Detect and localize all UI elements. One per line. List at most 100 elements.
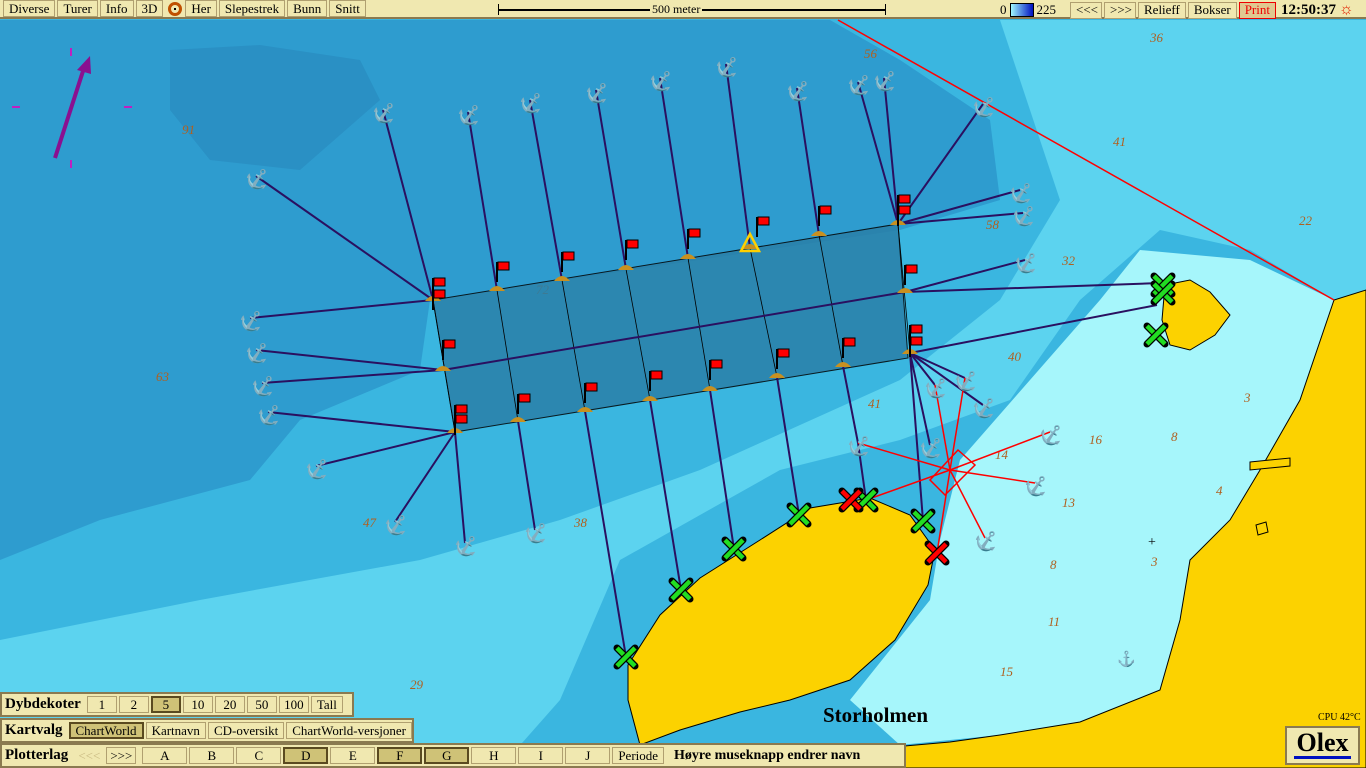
red-flag-icon [585,382,598,392]
depth-label: 15 [1000,664,1014,679]
layer-b-button[interactable]: B [189,747,235,764]
print-button[interactable]: Print [1238,1,1276,19]
red-flag-icon [910,336,923,346]
turer-button[interactable]: Turer [57,0,98,17]
cpu-temperature: CPU 42°C [1318,712,1361,723]
red-flag-icon [757,216,770,226]
place-name-label: Storholmen [823,703,928,727]
sun-icon: ☼ [1339,1,1354,18]
plotterlag-panel: Plotterlag <<< >>> A B C D E F G H I J P… [0,743,906,768]
bokser-button[interactable]: Bokser [1187,1,1237,19]
red-flag-icon [443,339,456,349]
depth-100-button[interactable]: 100 [278,696,309,713]
red-flag-icon [562,251,575,261]
olex-logo-text: Olex [1296,728,1349,757]
depth-label: 47 [363,515,377,530]
plotterlag-label: Plotterlag [5,747,69,763]
red-flag-icon [905,264,918,274]
red-flag-icon [455,414,468,424]
depth-color-scale [1009,3,1034,17]
layer-d-button[interactable]: D [283,747,329,764]
layer-e-button[interactable]: E [330,747,376,764]
red-flag-icon [898,194,911,204]
diverse-button[interactable]: Diverse [3,0,56,17]
depth-label: 8 [1050,557,1057,572]
depth-1-button[interactable]: 1 [86,696,117,713]
depth-min-label: 0 [1000,2,1007,17]
relieff-button[interactable]: Relieff [1138,1,1186,19]
dybdekoter-panel: Dybdekoter 1 2 5 10 20 50 100 Tall [0,692,354,717]
depth-50-button[interactable]: 50 [246,696,277,713]
pink-anchor-icon: ⚓ [1117,650,1136,668]
red-flag-icon [819,205,832,215]
olex-logo[interactable]: Olex [1285,726,1360,765]
pier [1255,521,1269,536]
depth-label: 41 [868,396,881,411]
clock: 12:50:37 [1281,1,1336,18]
depth-label: 13 [1062,495,1076,510]
position-cross-icon: + [1148,535,1156,550]
depth-10-button[interactable]: 10 [182,696,213,713]
depth-label: 56 [864,46,878,61]
prev-button[interactable]: <<< [1070,1,1102,19]
depth-label: 3 [1150,554,1158,569]
scale-label: 500 meter [650,2,703,17]
target-icon[interactable] [168,1,183,16]
depth-label: 3 [1243,390,1251,405]
red-flag-icon [518,393,531,403]
layer-c-button[interactable]: C [236,747,282,764]
depth-label: 91 [182,122,195,137]
layer-a-button[interactable]: A [142,747,188,764]
red-flag-icon [455,404,468,414]
slepestrek-button[interactable]: Slepestrek [218,0,286,17]
depth-label: 38 [573,515,588,530]
depth-label: 16 [1089,432,1103,447]
kartnavn-button[interactable]: Kartnavn [145,722,206,739]
layer-h-button[interactable]: H [471,747,517,764]
depth-5-button[interactable]: 5 [150,696,181,713]
cd-oversikt-button[interactable]: CD-oversikt [207,722,285,739]
red-flag-icon [710,359,723,369]
layer-j-button[interactable]: J [565,747,611,764]
next-button[interactable]: >>> [1104,1,1136,19]
depth-label: 22 [1299,213,1313,228]
depth-label: 63 [156,369,170,384]
kartvalg-label: Kartvalg [5,722,63,738]
layer-i-button[interactable]: I [518,747,564,764]
depth-label: 11 [1048,614,1060,629]
scale-bar: 500 meter [498,2,886,17]
red-flag-icon [626,239,639,249]
info-button[interactable]: Info [99,0,134,17]
depth-label: 36 [1149,30,1164,45]
her-button[interactable]: Her [185,0,217,17]
depth-2-button[interactable]: 2 [118,696,149,713]
depth-label: 41 [1113,134,1126,149]
chartworld-button[interactable]: ChartWorld [68,722,144,739]
depth-label: 40 [1008,349,1022,364]
red-flag-icon [898,205,911,215]
chart-map[interactable]: 3656914122583272634041168314134473883111… [0,0,1366,768]
kartvalg-panel: Kartvalg ChartWorld Kartnavn CD-oversikt… [0,718,414,743]
red-flag-icon [433,277,446,287]
periode-button[interactable]: Periode [612,747,665,764]
dybdekoter-label: Dybdekoter [5,696,81,712]
layer-f-button[interactable]: F [377,747,423,764]
depth-20-button[interactable]: 20 [214,696,245,713]
depth-label: 29 [410,677,424,692]
depth-label: 8 [1171,429,1178,444]
red-flag-icon [497,261,510,271]
top-toolbar: Diverse Turer Info 3D Her Slepestrek Bun… [0,0,1366,19]
red-flag-icon [688,228,701,238]
3d-button[interactable]: 3D [135,0,164,17]
layer-g-button[interactable]: G [424,747,470,764]
red-flag-icon [777,348,790,358]
red-flag-icon [843,337,856,347]
plotterlag-next-button[interactable]: >>> [106,747,137,764]
snitt-button[interactable]: Snitt [329,0,366,17]
red-flag-icon [433,289,446,299]
bunn-button[interactable]: Bunn [287,0,328,17]
chartworld-versjoner-button[interactable]: ChartWorld-versjoner [286,722,412,739]
plotterlag-prev-button[interactable]: <<< [74,747,105,764]
tall-button[interactable]: Tall [310,696,343,713]
red-flag-icon [650,370,663,380]
